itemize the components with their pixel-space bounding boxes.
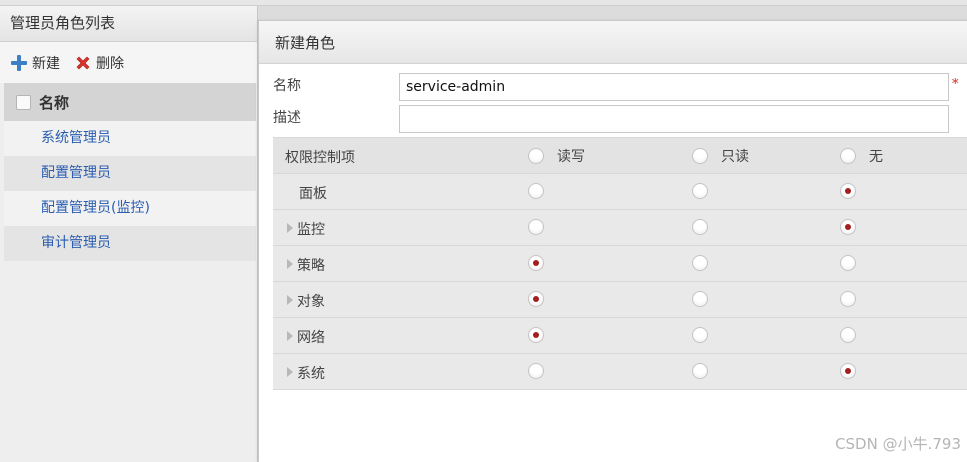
read-only-radio[interactable]: [692, 183, 708, 199]
permission-name: 监控: [297, 222, 325, 238]
read-write-radio[interactable]: [528, 291, 544, 307]
read-write-header: 读写: [557, 149, 585, 165]
permission-row: 面板: [273, 174, 967, 210]
permission-name: 策略: [297, 258, 325, 274]
name-field-row: 名称 *: [259, 73, 967, 103]
permission-name: 网络: [297, 330, 325, 346]
permission-row: 策略: [273, 246, 967, 282]
none-radio[interactable]: [840, 363, 856, 379]
permission-row: 系统: [273, 354, 967, 390]
role-list-panel: 管理员角色列表 新建 删除 名称 系统管理员 配置管理员 配置管理员(监控) 审…: [0, 6, 258, 462]
delete-role-label: 删除: [96, 55, 124, 72]
none-radio[interactable]: [840, 219, 856, 235]
role-item[interactable]: 配置管理员(监控): [4, 191, 256, 226]
desc-label: 描述: [273, 110, 301, 126]
role-item[interactable]: 审计管理员: [4, 226, 256, 261]
read-only-radio[interactable]: [692, 363, 708, 379]
read-only-header: 只读: [721, 149, 749, 165]
permission-row: 监控: [273, 210, 967, 246]
none-radio[interactable]: [840, 327, 856, 343]
permission-name: 系统: [297, 366, 325, 382]
triangle-right-icon[interactable]: [287, 331, 293, 341]
new-role-label: 新建: [32, 55, 60, 72]
permission-header-row: 权限控制项 读写 只读 无: [273, 137, 967, 174]
required-mark: *: [952, 77, 959, 92]
permission-row: 对象: [273, 282, 967, 318]
none-header: 无: [869, 149, 883, 165]
name-column-header: 名称: [39, 93, 70, 112]
watermark: CSDN @小牛.793: [835, 435, 961, 453]
permission-name: 面板: [299, 186, 327, 202]
read-write-radio[interactable]: [528, 255, 544, 271]
red-x-icon: [76, 56, 90, 69]
role-list-title: 管理员角色列表: [0, 6, 257, 42]
role-list-header: 名称: [4, 83, 256, 121]
role-list: 名称 系统管理员 配置管理员 配置管理员(监控) 审计管理员: [4, 83, 256, 261]
triangle-right-icon[interactable]: [287, 259, 293, 269]
none-radio[interactable]: [840, 255, 856, 271]
header-none-radio[interactable]: [840, 148, 856, 164]
name-label: 名称: [273, 78, 301, 94]
new-role-dialog: 新建角色 名称 * 描述 权限控制项 读写 只读 无 面板 监控: [258, 20, 967, 462]
read-write-radio[interactable]: [528, 327, 544, 343]
triangle-right-icon[interactable]: [287, 295, 293, 305]
permission-table: 权限控制项 读写 只读 无 面板 监控 策略 对象 网络 系统: [273, 137, 967, 390]
role-item[interactable]: 配置管理员: [4, 156, 256, 191]
read-write-radio[interactable]: [528, 363, 544, 379]
triangle-right-icon[interactable]: [287, 223, 293, 233]
role-list-toolbar: 新建 删除: [0, 42, 257, 83]
role-item[interactable]: 系统管理员: [4, 121, 256, 156]
none-radio[interactable]: [840, 291, 856, 307]
desc-field-row: 描述: [259, 105, 967, 135]
read-only-radio[interactable]: [692, 291, 708, 307]
read-write-radio[interactable]: [528, 219, 544, 235]
header-read-only-radio[interactable]: [692, 148, 708, 164]
read-only-radio[interactable]: [692, 219, 708, 235]
read-only-radio[interactable]: [692, 327, 708, 343]
delete-role-button[interactable]: 删除: [74, 53, 124, 73]
header-read-write-radio[interactable]: [528, 148, 544, 164]
triangle-right-icon[interactable]: [287, 367, 293, 377]
permission-name: 对象: [297, 294, 325, 310]
plus-icon: [11, 54, 27, 71]
dialog-title: 新建角色: [259, 21, 967, 64]
none-radio[interactable]: [840, 183, 856, 199]
read-write-radio[interactable]: [528, 183, 544, 199]
select-all-checkbox[interactable]: [16, 94, 31, 110]
permission-header-name: 权限控制项: [285, 150, 355, 166]
desc-input[interactable]: [399, 105, 949, 133]
name-input[interactable]: [399, 73, 949, 101]
read-only-radio[interactable]: [692, 255, 708, 271]
new-role-button[interactable]: 新建: [10, 53, 60, 73]
permission-row: 网络: [273, 318, 967, 354]
